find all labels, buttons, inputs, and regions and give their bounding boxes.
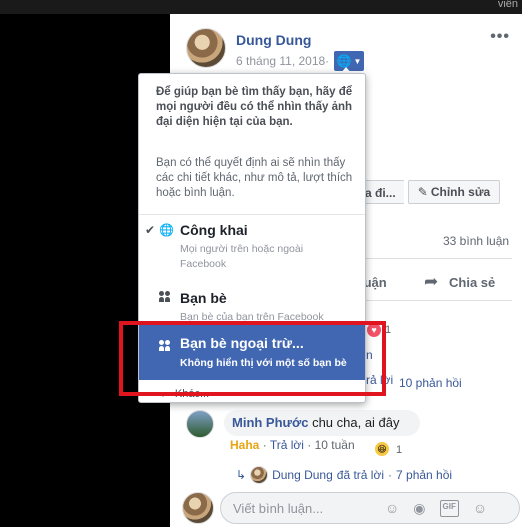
audience-option-friends-except[interactable]: Bạn bè ngoại trừ... Không hiển thị với m… xyxy=(139,324,365,380)
pencil-icon: ✎ xyxy=(417,185,428,199)
comment-age[interactable]: 10 tuần xyxy=(315,438,355,452)
post-author[interactable]: Dung Dung xyxy=(236,32,311,48)
camera-icon[interactable]: ◉ xyxy=(413,500,425,517)
partial-text: n xyxy=(366,348,373,362)
commenter-name[interactable]: Minh Phước xyxy=(232,415,308,430)
gif-icon[interactable]: GIF xyxy=(439,500,459,517)
reply-text: đã trả lời xyxy=(336,468,385,482)
more-label: Khác... xyxy=(174,388,210,400)
comment-actions: Haha · Trả lời · 10 tuần xyxy=(230,438,355,452)
commenter-avatar[interactable] xyxy=(186,410,214,438)
replies-link[interactable]: 10 phản hồi xyxy=(399,376,462,390)
top-bar: viên xyxy=(0,0,522,14)
separator-dot: · xyxy=(262,438,267,452)
dropdown-separator xyxy=(139,214,365,215)
globe-icon: 🌐 xyxy=(336,54,352,68)
share-action-label[interactable]: Chia sẻ xyxy=(449,275,495,290)
edit-button-label: Chỉnh sửa xyxy=(430,185,491,199)
audience-option-public[interactable]: ✔ 🌐 Công khai Mọi người trên hoặc ngoài … xyxy=(139,220,365,272)
dropdown-detail: Bạn có thể quyết định ai sẽ nhìn thấy cá… xyxy=(156,157,353,199)
globe-icon: 🌐 xyxy=(159,223,174,237)
composer-icons: ☺ ◉ GIF ☺ xyxy=(385,500,487,517)
check-icon: ✔ xyxy=(145,223,156,237)
haha-reaction-link[interactable]: Haha xyxy=(230,438,259,452)
chevron-down-icon: ▼ xyxy=(353,56,362,66)
sticker-icon[interactable]: ☺ xyxy=(473,500,487,517)
option-label: Bạn bè xyxy=(180,290,227,306)
chevron-down-icon: ▼ xyxy=(159,389,167,399)
reaction-count: 1 xyxy=(385,324,392,336)
date-separator: · xyxy=(325,54,329,68)
composer-avatar xyxy=(182,492,214,524)
reply-link[interactable]: Trả lời xyxy=(270,438,304,452)
haha-emoji-icon: 😆 xyxy=(374,441,390,457)
audience-dropdown: Để giúp bạn bè tìm thấy bạn, hãy để mọi … xyxy=(138,73,366,403)
reply-author: Dung Dung xyxy=(272,468,333,482)
author-avatar[interactable] xyxy=(186,28,226,68)
partial-button[interactable]: a đi... xyxy=(360,180,404,204)
comment-bubble: Minh Phước chu cha, ai đây xyxy=(224,410,420,436)
more-options-icon[interactable]: ••• xyxy=(490,28,510,46)
partial-reply-link[interactable]: rả lời xyxy=(366,373,393,387)
dropdown-intro: Để giúp bạn bè tìm thấy bạn, hãy để mọi … xyxy=(156,86,353,128)
option-label: Công khai xyxy=(180,222,248,238)
reply-thread-link[interactable]: ↳ Dung Dung đã trả lời · 7 phản hồi xyxy=(236,466,452,484)
friends-except-icon xyxy=(159,340,173,354)
love-reaction-icon: ♥ xyxy=(366,322,382,338)
option-subtitle: Không hiển thị với một số bạn bè xyxy=(180,357,347,369)
comment-count-link[interactable]: 33 bình luận xyxy=(443,234,509,248)
audience-option-more[interactable]: ▼ Khác... xyxy=(159,388,209,400)
separator-dot: · xyxy=(388,468,393,482)
emoji-count: 1 xyxy=(396,444,403,456)
separator-dot: · xyxy=(383,376,387,390)
edit-button[interactable]: ✎ Chỉnh sửa xyxy=(408,180,500,204)
top-bar-text: viên xyxy=(497,0,518,10)
share-icon[interactable]: ➦ xyxy=(424,272,438,292)
reply-count: 7 phản hồi xyxy=(396,468,453,482)
option-subtitle: Mọi người trên hoặc ngoài Facebook xyxy=(180,243,304,270)
reply-arrow-icon: ↳ xyxy=(236,468,247,482)
option-subtitle: Bạn bè của bạn trên Facebook xyxy=(180,311,324,323)
friends-icon xyxy=(159,291,173,305)
post-date[interactable]: 6 tháng 11, 2018 xyxy=(236,54,325,68)
reply-avatar xyxy=(250,466,269,484)
separator-dot: · xyxy=(307,438,312,452)
audience-option-friends[interactable]: Bạn bè Bạn bè của bạn trên Facebook xyxy=(139,288,365,324)
emoji-icon[interactable]: ☺ xyxy=(385,500,399,517)
comment-text: chu cha, ai đây xyxy=(312,415,400,430)
option-label: Bạn bè ngoại trừ... xyxy=(180,335,304,351)
